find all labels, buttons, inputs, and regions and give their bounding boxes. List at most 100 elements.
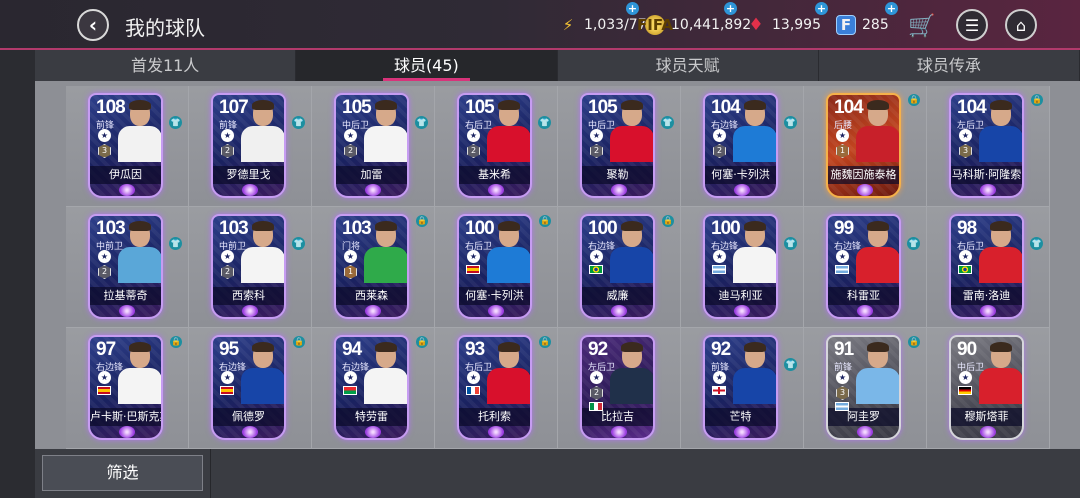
tab-players[interactable]: 球员(45) bbox=[296, 50, 558, 81]
player-rating: 91 bbox=[834, 339, 854, 360]
player-cell[interactable]: 103 中前卫 ★ 西索科 2 👕 bbox=[189, 207, 312, 328]
player-cell[interactable]: 92 前锋 ★ 芒特 👕 bbox=[681, 328, 804, 449]
player-card[interactable]: 105 中后卫 ★ 加雷 2 bbox=[334, 93, 409, 198]
player-cell[interactable]: 105 右后卫 ★ 基米希 2 👕 bbox=[435, 86, 558, 207]
champions-league-icon: ★ bbox=[221, 129, 234, 142]
player-kit bbox=[241, 368, 284, 404]
lock-icon: 🔒 bbox=[908, 94, 920, 106]
player-card[interactable]: 94 右边锋 ★ 特劳雷 bbox=[334, 335, 409, 440]
player-cell[interactable]: 99 右边锋 ★ 科雷亚 👕 bbox=[804, 207, 927, 328]
card-gem-icon bbox=[734, 184, 750, 196]
player-card[interactable]: 97 右边锋 ★ 卢卡斯·巴斯克斯 bbox=[88, 335, 163, 440]
player-cell[interactable]: 100 右后卫 ★ 何塞·卡列洪 🔒 bbox=[435, 207, 558, 328]
player-kit bbox=[364, 126, 407, 162]
add-stamina-button[interactable]: + bbox=[626, 2, 639, 15]
player-cell[interactable]: 104 后腰 ★ 施魏因施泰格 1 🔒 bbox=[804, 86, 927, 207]
add-points-button[interactable]: + bbox=[885, 2, 898, 15]
player-cell[interactable]: 105 中后卫 ★ 加雷 2 👕 bbox=[312, 86, 435, 207]
add-gems-button[interactable]: + bbox=[815, 2, 828, 15]
add-coins-button[interactable]: + bbox=[724, 2, 737, 15]
filter-button[interactable]: 筛选 bbox=[42, 455, 203, 491]
player-card[interactable]: 103 中前卫 ★ 西索科 2 bbox=[211, 214, 286, 319]
player-card[interactable]: 104 后腰 ★ 施魏因施泰格 1 bbox=[826, 93, 901, 198]
player-card[interactable]: 100 右边锋 ★ 迪马利亚 bbox=[703, 214, 778, 319]
player-cell[interactable]: 98 右后卫 ★ 雷南·洛迪 👕 bbox=[927, 207, 1050, 328]
player-cell[interactable]: 90 中后卫 ★ 穆斯塔菲 bbox=[927, 328, 1050, 449]
player-card[interactable]: 108 前锋 ★ 伊瓜因 3 bbox=[88, 93, 163, 198]
player-cell[interactable]: 97 右边锋 ★ 卢卡斯·巴斯克斯 🔒 bbox=[66, 328, 189, 449]
player-card[interactable]: 91 前锋 ★ 阿圭罗 3 bbox=[826, 335, 901, 440]
tab-starting-eleven[interactable]: 首发11人 bbox=[35, 50, 297, 81]
player-card[interactable]: 107 前锋 ★ 罗德里戈 2 bbox=[211, 93, 286, 198]
nation-flag-icon bbox=[835, 265, 849, 274]
player-hair bbox=[744, 100, 766, 110]
champions-league-icon: ★ bbox=[467, 371, 480, 384]
card-gem-icon bbox=[611, 184, 627, 196]
stamina-resource[interactable]: ⚡ 1,033/77 bbox=[558, 14, 647, 36]
champions-league-icon: ★ bbox=[590, 129, 603, 142]
player-kit bbox=[979, 247, 1022, 283]
player-cell[interactable]: 107 前锋 ★ 罗德里戈 2 👕 bbox=[189, 86, 312, 207]
player-card[interactable]: 103 中前卫 ★ 拉基蒂奇 2 bbox=[88, 214, 163, 319]
menu-button[interactable]: ☰ bbox=[956, 9, 988, 41]
player-card[interactable]: 104 右边锋 ★ 何塞·卡列洪 2 bbox=[703, 93, 778, 198]
player-cell[interactable]: 103 门将 ★ 西莱森 1 🔒 bbox=[312, 207, 435, 328]
player-kit bbox=[610, 247, 653, 283]
cart-icon: 🛒 bbox=[908, 13, 936, 39]
player-card[interactable]: 103 门将 ★ 西莱森 1 bbox=[334, 214, 409, 319]
home-button[interactable]: ⌂ bbox=[1005, 9, 1037, 41]
points-resource[interactable]: F 285 bbox=[836, 14, 889, 36]
player-card[interactable]: 100 右后卫 ★ 何塞·卡列洪 bbox=[457, 214, 532, 319]
champions-league-icon: ★ bbox=[713, 371, 726, 384]
player-hair bbox=[375, 342, 397, 352]
player-card[interactable]: 95 右边锋 ★ 佩德罗 bbox=[211, 335, 286, 440]
tab-player-legacy[interactable]: 球员传承 bbox=[819, 50, 1080, 81]
player-hair bbox=[867, 221, 889, 231]
player-card[interactable]: 93 右后卫 ★ 托利索 bbox=[457, 335, 532, 440]
nation-flag-icon bbox=[466, 386, 480, 395]
player-hair bbox=[129, 100, 151, 110]
store-cart-button[interactable]: 🛒 bbox=[906, 11, 938, 41]
player-name: 西莱森 bbox=[336, 287, 407, 305]
player-card[interactable]: 90 中后卫 ★ 穆斯塔菲 bbox=[949, 335, 1024, 440]
gems-resource[interactable]: ♦ 13,995 bbox=[746, 14, 821, 36]
player-hair bbox=[867, 342, 889, 352]
tab-bar: 首发11人 球员(45) 球员天赋 球员传承 bbox=[35, 50, 1080, 81]
player-card[interactable]: 104 左后卫 ★ 马科斯·阿隆索 3 bbox=[949, 93, 1024, 198]
jersey-icon: 👕 bbox=[784, 116, 797, 129]
back-button[interactable]: ‹ bbox=[77, 9, 109, 41]
player-card[interactable]: 105 右后卫 ★ 基米希 2 bbox=[457, 93, 532, 198]
player-cell[interactable]: 103 中前卫 ★ 拉基蒂奇 2 👕 bbox=[66, 207, 189, 328]
player-card[interactable]: 98 右后卫 ★ 雷南·洛迪 bbox=[949, 214, 1024, 319]
player-cell[interactable]: 95 右边锋 ★ 佩德罗 🔒 bbox=[189, 328, 312, 449]
nation-flag-icon bbox=[958, 265, 972, 274]
gem-icon: ♦ bbox=[748, 15, 764, 35]
points-value: 285 bbox=[862, 17, 889, 33]
lock-icon: 🔒 bbox=[662, 215, 674, 227]
player-card[interactable]: 105 中后卫 ★ 聚勒 2 bbox=[580, 93, 655, 198]
player-kit bbox=[364, 368, 407, 404]
player-card[interactable]: 92 前锋 ★ 芒特 bbox=[703, 335, 778, 440]
player-cell[interactable]: 100 右边锋 ★ 迪马利亚 👕 bbox=[681, 207, 804, 328]
card-gem-icon bbox=[611, 426, 627, 438]
player-name: 何塞·卡列洪 bbox=[459, 287, 530, 305]
player-cell[interactable]: 100 右边锋 ★ 威廉 🔒 bbox=[558, 207, 681, 328]
player-cell[interactable]: 92 左后卫 ★ 比拉吉 2 bbox=[558, 328, 681, 449]
jersey-icon: 👕 bbox=[292, 116, 305, 129]
card-gem-icon bbox=[488, 184, 504, 196]
player-cell[interactable]: 94 右边锋 ★ 特劳雷 🔒 bbox=[312, 328, 435, 449]
coins-resource[interactable]: FIFA 10,441,892 bbox=[637, 14, 751, 36]
player-card[interactable]: 92 左后卫 ★ 比拉吉 2 bbox=[580, 335, 655, 440]
player-hair bbox=[252, 100, 274, 110]
player-cell[interactable]: 104 左后卫 ★ 马科斯·阿隆索 3 🔒 bbox=[927, 86, 1050, 207]
player-cell[interactable]: 104 右边锋 ★ 何塞·卡列洪 2 👕 bbox=[681, 86, 804, 207]
champions-league-icon: ★ bbox=[98, 371, 111, 384]
player-cell[interactable]: 93 右后卫 ★ 托利索 🔒 bbox=[435, 328, 558, 449]
player-cell[interactable]: 108 前锋 ★ 伊瓜因 3 👕 bbox=[66, 86, 189, 207]
player-name: 西索科 bbox=[213, 287, 284, 305]
player-cell[interactable]: 105 中后卫 ★ 聚勒 2 👕 bbox=[558, 86, 681, 207]
player-card[interactable]: 99 右边锋 ★ 科雷亚 bbox=[826, 214, 901, 319]
tab-player-talents[interactable]: 球员天赋 bbox=[558, 50, 819, 81]
player-card[interactable]: 100 右边锋 ★ 威廉 bbox=[580, 214, 655, 319]
player-cell[interactable]: 91 前锋 ★ 阿圭罗 3 🔒 bbox=[804, 328, 927, 449]
